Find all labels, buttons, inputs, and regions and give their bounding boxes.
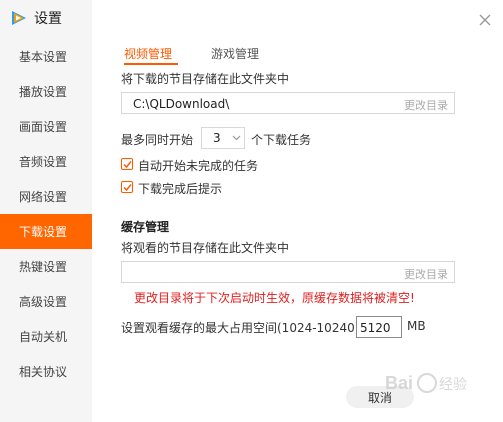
max-tasks-suffix: 个下载任务: [251, 133, 312, 147]
download-dir-value: C:\QLDownload\: [133, 97, 230, 111]
sidebar-item-agreements[interactable]: 相关协议: [0, 354, 92, 389]
sidebar-item-auto-shutdown[interactable]: 自动关机: [0, 319, 92, 354]
auto-start-checkbox[interactable]: [121, 158, 133, 170]
sidebar-item-display[interactable]: 画面设置: [0, 109, 92, 144]
baidu-watermark: Bai 经验: [385, 373, 467, 393]
sidebar-item-playback[interactable]: 播放设置: [0, 74, 92, 109]
sidebar-item-network[interactable]: 网络设置: [0, 179, 92, 214]
sidebar-item-audio[interactable]: 音频设置: [0, 144, 92, 179]
svg-text:Bai: Bai: [385, 373, 413, 393]
tab-video-management[interactable]: 视频管理: [124, 45, 172, 62]
sidebar-item-download[interactable]: 下载设置: [0, 214, 92, 249]
cache-max-input[interactable]: 5120: [356, 316, 402, 338]
notify-checkbox[interactable]: [121, 181, 133, 193]
close-icon[interactable]: [477, 12, 493, 28]
sidebar: 设置 基本设置 播放设置 画面设置 音频设置 网络设置 下载设置 热键设置 高级…: [0, 0, 92, 422]
cache-unit: MB: [407, 319, 426, 333]
cache-max-value: 5120: [360, 321, 391, 335]
auto-start-label: 自动开始未完成的任务: [138, 159, 259, 173]
download-dir-input[interactable]: C:\QLDownload\ 更改目录: [121, 92, 455, 114]
max-tasks-prefix: 最多同时开始: [121, 133, 194, 147]
cache-change-dir-button[interactable]: 更改目录: [404, 266, 448, 282]
sidebar-item-advanced[interactable]: 高级设置: [0, 284, 92, 319]
tab-game-management[interactable]: 游戏管理: [211, 45, 259, 62]
max-tasks-value: 3: [213, 131, 221, 145]
svg-text:经验: 经验: [439, 377, 467, 393]
download-change-dir-button[interactable]: 更改目录: [404, 97, 448, 113]
sidebar-item-hotkey[interactable]: 热键设置: [0, 249, 92, 284]
app-header: 设置: [0, 0, 92, 36]
cache-dir-input[interactable]: 更改目录: [121, 261, 455, 283]
app-title: 设置: [34, 11, 62, 27]
active-tab-indicator: [124, 63, 178, 65]
download-dir-label: 将下载的节目存储在此文件夹中: [121, 72, 290, 86]
cache-section-title: 缓存管理: [121, 220, 170, 234]
cache-warning: 更改目录将于下次启动时生效，原缓存数据将被清空!: [134, 291, 415, 305]
tencent-video-logo-icon: [12, 11, 26, 25]
cache-dir-label: 将观看的节目存储在此文件夹中: [121, 241, 290, 255]
notify-label: 下载完成后提示: [138, 182, 223, 196]
chevron-down-icon: [232, 135, 241, 141]
max-tasks-select[interactable]: 3: [201, 127, 245, 149]
sidebar-item-basic[interactable]: 基本设置: [0, 39, 92, 74]
cache-max-label: 设置观看缓存的最大占用空间(1024-10240): [121, 321, 360, 335]
check-icon: [123, 161, 132, 169]
check-icon: [123, 184, 132, 192]
